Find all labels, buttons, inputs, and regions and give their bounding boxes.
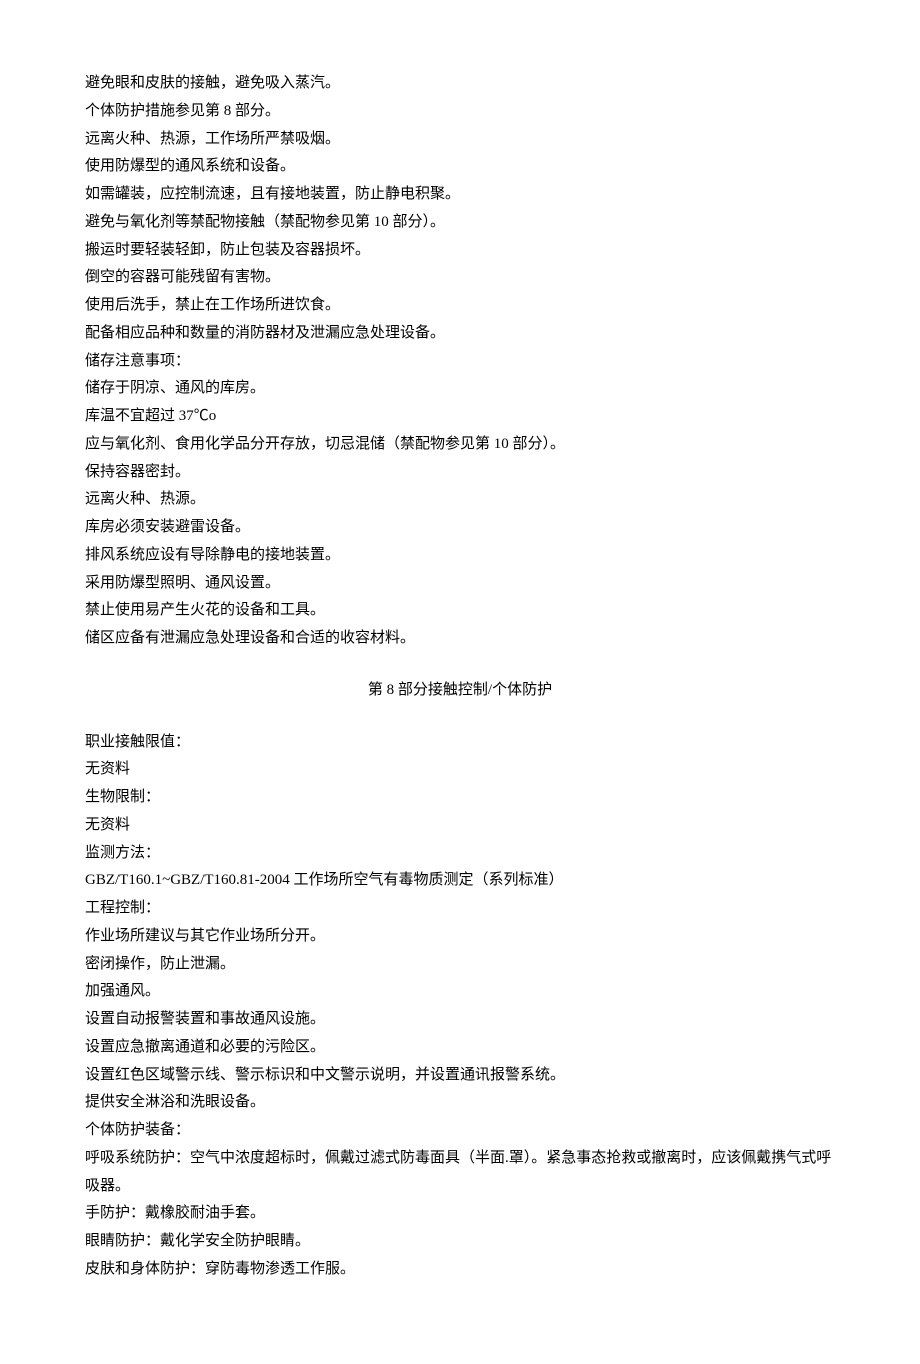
body-line: 作业场所建议与其它作业场所分开。 <box>85 923 835 951</box>
body-line: 加强通风。 <box>85 978 835 1006</box>
section-8-body: 职业接触限值： 无资料 生物限制： 无资料 监测方法： GBZ/T160.1~G… <box>85 729 835 1284</box>
body-line: 储区应备有泄漏应急处理设备和合适的收容材料。 <box>85 625 835 653</box>
body-line: 搬运时要轻装轻卸，防止包装及容器损坏。 <box>85 237 835 265</box>
body-line: 保持容器密封。 <box>85 459 835 487</box>
section-8-title: 第 8 部分接触控制/个体防护 <box>85 677 835 705</box>
body-line: 储存于阴凉、通风的库房。 <box>85 375 835 403</box>
body-line: 眼睛防护：戴化学安全防护眼睛。 <box>85 1228 835 1256</box>
body-line: 应与氧化剂、食用化学品分开存放，切忌混储（禁配物参见第 10 部分）。 <box>85 431 835 459</box>
body-line: 提供安全淋浴和洗眼设备。 <box>85 1089 835 1117</box>
section-7-body: 避免眼和皮肤的接触，避免吸入蒸汽。 个体防护措施参见第 8 部分。 远离火种、热… <box>85 70 835 653</box>
body-line: 设置红色区域警示线、警示标识和中文警示说明，并设置通讯报警系统。 <box>85 1062 835 1090</box>
body-line: 采用防爆型照明、通风设置。 <box>85 570 835 598</box>
body-line: 密闭操作，防止泄漏。 <box>85 951 835 979</box>
body-line: 手防护：戴橡胶耐油手套。 <box>85 1200 835 1228</box>
body-line: 无资料 <box>85 756 835 784</box>
body-line: 无资料 <box>85 812 835 840</box>
body-line: 皮肤和身体防护：穿防毒物渗透工作服。 <box>85 1256 835 1284</box>
body-line: 如需罐装，应控制流速，且有接地装置，防止静电积聚。 <box>85 181 835 209</box>
body-line: 工程控制： <box>85 895 835 923</box>
body-line: 监测方法： <box>85 840 835 868</box>
body-line: 设置自动报警装置和事故通风设施。 <box>85 1006 835 1034</box>
body-line: 库温不宜超过 37℃o <box>85 403 835 431</box>
body-line: 库房必须安装避雷设备。 <box>85 514 835 542</box>
body-line: 储存注意事项： <box>85 348 835 376</box>
body-line: 个体防护装备： <box>85 1117 835 1145</box>
body-line: 使用后洗手，禁止在工作场所进饮食。 <box>85 292 835 320</box>
body-line: 禁止使用易产生火花的设备和工具。 <box>85 597 835 625</box>
body-line: 呼吸系统防护：空气中浓度超标时，佩戴过滤式防毒面具（半面.罩）。紧急事态抢救或撤… <box>85 1145 835 1201</box>
body-line: GBZ/T160.1~GBZ/T160.81-2004 工作场所空气有毒物质测定… <box>85 867 835 895</box>
body-line: 生物限制： <box>85 784 835 812</box>
body-line: 排风系统应设有导除静电的接地装置。 <box>85 542 835 570</box>
body-line: 设置应急撤离通道和必要的污险区。 <box>85 1034 835 1062</box>
body-line: 配备相应品种和数量的消防器材及泄漏应急处理设备。 <box>85 320 835 348</box>
body-line: 倒空的容器可能残留有害物。 <box>85 264 835 292</box>
body-line: 远离火种、热源，工作场所严禁吸烟。 <box>85 126 835 154</box>
body-line: 避免眼和皮肤的接触，避免吸入蒸汽。 <box>85 70 835 98</box>
body-line: 远离火种、热源。 <box>85 486 835 514</box>
body-line: 避免与氧化剂等禁配物接触（禁配物参见第 10 部分）。 <box>85 209 835 237</box>
body-line: 职业接触限值： <box>85 729 835 757</box>
body-line: 个体防护措施参见第 8 部分。 <box>85 98 835 126</box>
body-line: 使用防爆型的通风系统和设备。 <box>85 153 835 181</box>
